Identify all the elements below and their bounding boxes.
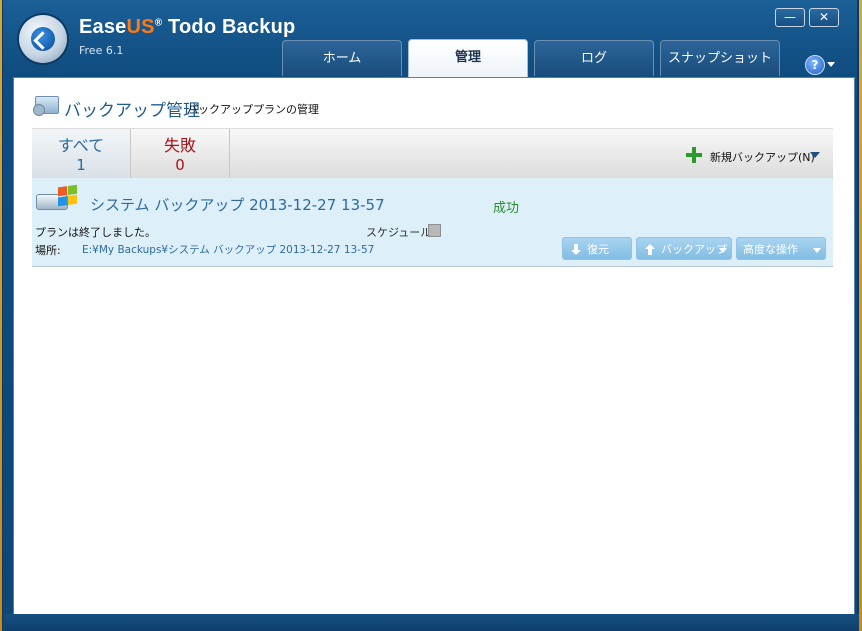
location-label: 場所: (35, 244, 61, 257)
location-link[interactable]: E:¥My Backups¥システム バックアップ 2013-12-27 13-… (82, 242, 374, 257)
restore-label: 復元 (587, 243, 609, 256)
app-logo-icon (19, 15, 67, 63)
backup-button[interactable]: バックアップ (636, 237, 732, 260)
backup-manage-icon (33, 94, 59, 116)
tab-manage[interactable]: 管理 (408, 39, 528, 77)
backup-plan-row[interactable]: システム バックアップ 2013-12-27 13-57 成功 プランは終了しま… (32, 178, 833, 267)
minimize-button[interactable]: — (775, 8, 805, 27)
plan-status: 成功 (493, 201, 520, 216)
backup-label: バックアップ (661, 243, 727, 256)
filter-failed[interactable]: 失敗 0 (131, 129, 230, 179)
new-backup-button[interactable]: 新規バックアップ(N) (710, 149, 815, 165)
close-button[interactable]: ✕ (809, 8, 839, 27)
tab-snapshot[interactable]: スナップショット (660, 40, 780, 76)
app-title: EaseUS® Todo Backup (79, 16, 296, 38)
tab-home[interactable]: ホーム (282, 40, 402, 76)
filter-all-count: 1 (76, 156, 86, 174)
help-dropdown-icon[interactable] (827, 62, 835, 67)
help-icon[interactable]: ? (805, 55, 825, 75)
backup-arrow-icon (645, 244, 655, 255)
advanced-dropdown-icon[interactable] (813, 248, 821, 253)
filter-toolbar: すべて 1 失敗 0 新規バックアップ(N) (32, 128, 833, 180)
plan-finished-text: プランは終了しました。 (35, 226, 156, 239)
filter-failed-count: 0 (175, 156, 185, 174)
restore-button[interactable]: 復元 (562, 237, 632, 260)
new-backup-dropdown-icon[interactable] (810, 152, 820, 158)
bottom-bar (5, 614, 859, 631)
advanced-label: 高度な操作 (743, 243, 798, 256)
backup-dropdown-icon[interactable] (719, 248, 727, 253)
plan-name: システム バックアップ 2013-12-27 13-57 (90, 196, 385, 214)
add-icon[interactable] (686, 147, 702, 163)
filter-all-label: すべて (57, 136, 105, 155)
app-version: Free 6.1 (79, 44, 124, 57)
filter-failed-label: 失敗 (163, 136, 196, 155)
page-subtitle: バックアッププランの管理 (187, 103, 319, 116)
advanced-button[interactable]: 高度な操作 (736, 237, 826, 260)
schedule-checkbox[interactable] (428, 224, 441, 237)
app-window: EaseUS® Todo Backup Free 6.1 — ✕ ホーム 管理 … (2, 0, 859, 631)
main-content: バックアップ管理 バックアッププランの管理 すべて 1 失敗 0 新規バックアッ… (13, 77, 855, 615)
page-title: バックアップ管理 (64, 101, 200, 121)
filter-all[interactable]: すべて 1 (32, 129, 131, 179)
schedule-label: スケジュール (366, 226, 432, 239)
system-backup-icon (36, 184, 80, 214)
restore-arrow-icon (571, 244, 581, 255)
tab-log[interactable]: ログ (534, 40, 654, 76)
